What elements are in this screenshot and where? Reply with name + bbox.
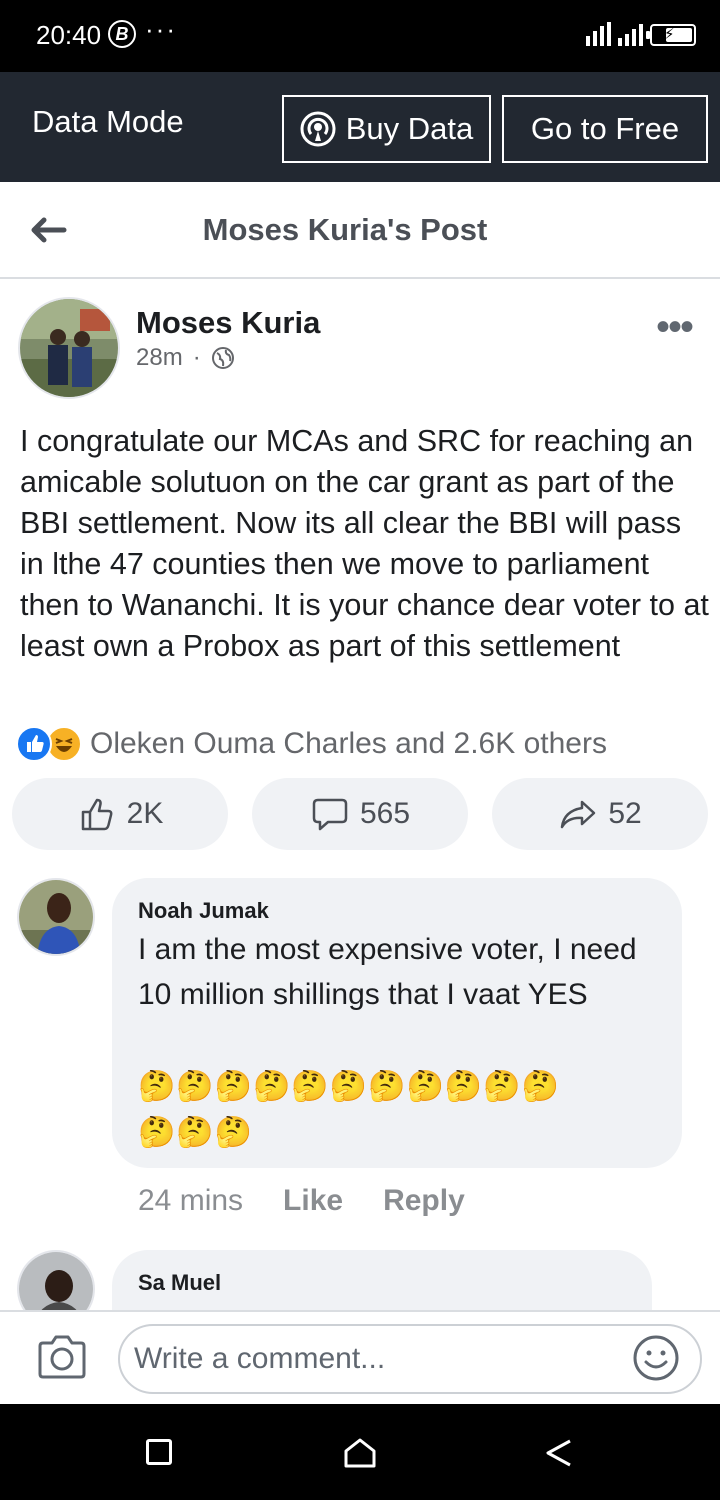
like-count: 2K: [126, 797, 164, 830]
thumbs-up-icon: [81, 798, 113, 831]
comment-like-button[interactable]: Like: [283, 1184, 343, 1218]
post-actions: 2K 565 52: [0, 770, 720, 868]
emoji-icon[interactable]: [632, 1334, 680, 1382]
meta-separator: ·: [192, 344, 201, 371]
share-count: 52: [608, 797, 642, 830]
battery-icon: ⚡: [646, 24, 696, 46]
author-name[interactable]: Moses Kuria: [136, 305, 320, 341]
like-button[interactable]: 2K: [12, 778, 228, 850]
status-time: 20:40: [36, 20, 102, 50]
broadcast-icon: [300, 111, 336, 147]
commenter-name[interactable]: Sa Muel: [138, 1270, 221, 1296]
comment-input-placeholder: Write a comment...: [134, 1342, 386, 1375]
post-text: I congratulate our MCAs and SRC for reac…: [20, 424, 709, 663]
comment-input[interactable]: Write a comment...: [118, 1324, 702, 1394]
page-title: Moses Kuria's Post: [202, 212, 488, 247]
comment-bubble-icon: [312, 798, 348, 831]
comment-text: I am the most expensive voter, I need 10…: [138, 933, 637, 1011]
go-to-free-label: Go to Free: [530, 111, 680, 146]
share-button[interactable]: 52: [492, 778, 708, 850]
signal-icon: [586, 22, 643, 46]
status-more-icon: ···: [145, 14, 177, 44]
comment-actions: 24 mins Like Reply: [138, 1184, 465, 1218]
buy-data-label: Buy Data: [345, 111, 474, 146]
post-header: Moses Kuria's Post: [0, 182, 720, 279]
commenter-avatar[interactable]: [17, 878, 95, 956]
go-to-free-button[interactable]: Go to Free: [502, 95, 708, 163]
b-badge-icon: B: [108, 20, 136, 48]
comment-reply-button[interactable]: Reply: [383, 1184, 465, 1218]
comment-composer: Write a comment...: [0, 1310, 720, 1404]
comment-count: 565: [359, 797, 411, 830]
commenter-name[interactable]: Noah Jumak: [138, 898, 269, 924]
camera-icon[interactable]: [36, 1334, 88, 1380]
status-bar: 20:40 B ··· ⚡: [0, 0, 720, 72]
reactions-summary[interactable]: Oleken Ouma Charles and 2.6K others: [16, 724, 607, 764]
home-icon[interactable]: [343, 1437, 377, 1469]
comment-time: 24 mins: [138, 1184, 244, 1217]
system-nav-bar: [0, 1404, 720, 1500]
comment-emojis-line-2: 🤔🤔🤔: [138, 1116, 254, 1149]
more-options-icon[interactable]: •••: [656, 307, 694, 347]
comment-emojis-line-1: 🤔🤔🤔🤔🤔🤔🤔🤔🤔🤔🤔: [138, 1070, 560, 1103]
data-mode-bar: Data Mode Buy Data Go to Free: [0, 72, 720, 182]
back-triangle-icon[interactable]: [544, 1438, 574, 1468]
recents-icon[interactable]: [146, 1439, 172, 1465]
share-arrow-icon: [561, 800, 596, 829]
post-time: 28m: [136, 344, 183, 371]
buy-data-button[interactable]: Buy Data: [282, 95, 491, 163]
post-meta: 28m ·: [136, 344, 235, 372]
data-mode-label: Data Mode: [32, 104, 184, 139]
comment-button[interactable]: 565: [252, 778, 468, 850]
reactions-text: Oleken Ouma Charles and 2.6K others: [90, 727, 607, 760]
author-avatar[interactable]: [18, 297, 120, 399]
globe-icon: [211, 347, 234, 369]
like-reaction-icon: [16, 726, 52, 762]
